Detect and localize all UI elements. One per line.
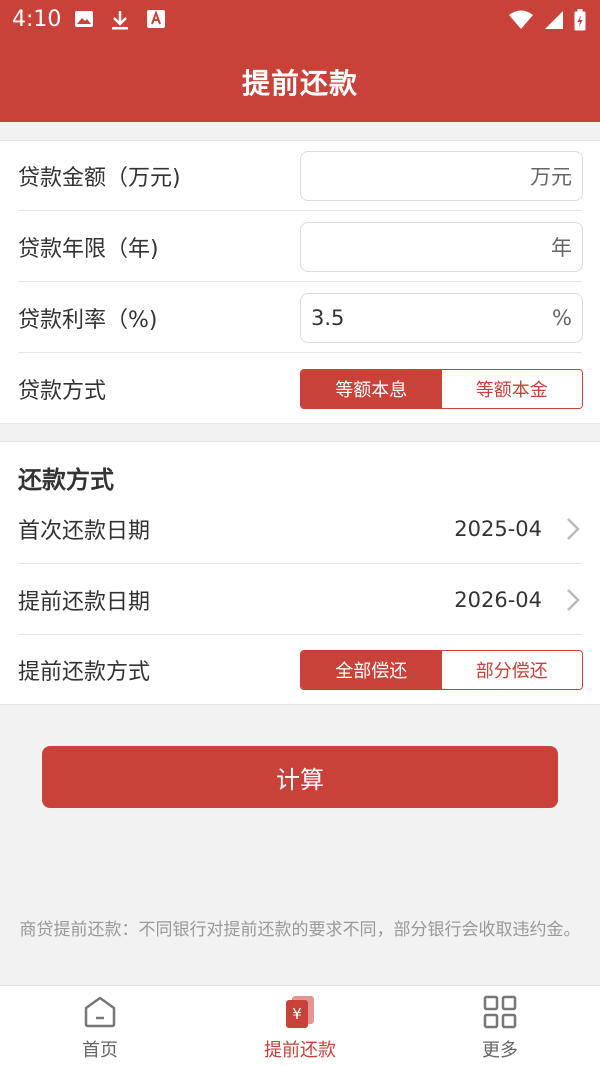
image-icon: [75, 11, 93, 27]
calculate-button[interactable]: 计算: [42, 746, 558, 808]
chevron-right-icon: [567, 518, 580, 540]
loan-term-label: 贷款年限（年): [18, 237, 159, 262]
battery-icon: [574, 9, 586, 31]
loan-method-option-equal-principal[interactable]: 等额本金: [441, 370, 582, 408]
divider: [18, 563, 582, 564]
wifi-icon: [509, 10, 533, 29]
divider: [18, 281, 582, 282]
prepay-method-option-full[interactable]: 全部偿还: [301, 651, 442, 689]
status-time: 4:10: [12, 7, 62, 32]
loan-rate-input[interactable]: 3.5 %: [300, 293, 583, 343]
chevron-right-icon: [567, 589, 580, 611]
svg-text:¥: ¥: [292, 1005, 302, 1023]
divider: [18, 210, 582, 211]
loan-rate-unit: %: [552, 306, 572, 330]
page-title: 提前还款: [241, 67, 358, 100]
loan-method-option-equal-installment[interactable]: 等额本息: [301, 370, 442, 408]
app-bar: 提前还款: [0, 42, 600, 122]
nav-item-prepay[interactable]: ¥ 提前还款: [200, 986, 400, 1066]
loan-term-unit: 年: [551, 236, 572, 260]
loan-rate-label: 贷款利率（%): [18, 308, 158, 333]
home-icon: [84, 996, 116, 1028]
loan-method-row: 贷款方式 等额本息 等额本金: [0, 354, 600, 424]
prepay-method-label: 提前还款方式: [18, 660, 151, 685]
loan-params-card: 贷款金额（万元) 万元 贷款年限（年) 年 贷款利率（%) 3.5 % 贷款方式…: [0, 140, 600, 424]
grid-icon: [483, 995, 517, 1029]
loan-method-selector: 等额本息 等额本金: [300, 369, 583, 409]
loan-amount-label: 贷款金额（万元): [18, 166, 181, 191]
nav-item-label: 首页: [82, 1040, 118, 1061]
nav-item-label: 更多: [482, 1040, 518, 1061]
bottom-nav: 首页 ¥ 提前还款 更多: [0, 985, 600, 1066]
prepay-date-value: 2026-04: [454, 588, 542, 612]
nav-item-home[interactable]: 首页: [0, 986, 200, 1066]
prepay-date-label: 提前还款日期: [18, 590, 151, 615]
prepay-date-row[interactable]: 提前还款日期 2026-04: [0, 565, 600, 635]
divider: [18, 352, 582, 353]
repay-section-title: 还款方式: [18, 466, 114, 494]
nav-item-label: 提前还款: [264, 1040, 336, 1061]
nav-item-more[interactable]: 更多: [400, 986, 600, 1066]
text-a-icon: [147, 10, 165, 28]
loan-term-input[interactable]: 年: [300, 222, 583, 272]
loan-term-row: 贷款年限（年) 年: [0, 212, 600, 282]
prepay-method-option-partial[interactable]: 部分偿还: [441, 651, 582, 689]
prepay-method-row: 提前还款方式 全部偿还 部分偿还: [0, 635, 600, 705]
notice-text: 商贷提前还款：不同银行对提前还款的要求不同，部分银行会收取违约金。: [19, 920, 581, 940]
loan-rate-row: 贷款利率（%) 3.5 %: [0, 283, 600, 353]
first-repay-date-value: 2025-04: [454, 517, 542, 541]
loan-amount-unit: 万元: [530, 165, 572, 189]
status-bar: 4:10: [0, 0, 600, 42]
prepay-icon: ¥: [286, 996, 314, 1028]
loan-method-label: 贷款方式: [18, 379, 107, 404]
loan-amount-row: 贷款金额（万元) 万元: [0, 141, 600, 211]
download-icon: [112, 11, 128, 30]
signal-icon: [545, 11, 563, 29]
loan-amount-input[interactable]: 万元: [300, 151, 583, 201]
first-repay-date-label: 首次还款日期: [18, 519, 151, 544]
first-repay-date-row[interactable]: 首次还款日期 2025-04: [0, 494, 600, 564]
loan-rate-value: 3.5: [311, 306, 345, 330]
repayment-card: 还款方式 首次还款日期 2025-04 提前还款日期 2026-04 提前还款方…: [0, 441, 600, 705]
prepay-method-selector: 全部偿还 部分偿还: [300, 650, 583, 690]
